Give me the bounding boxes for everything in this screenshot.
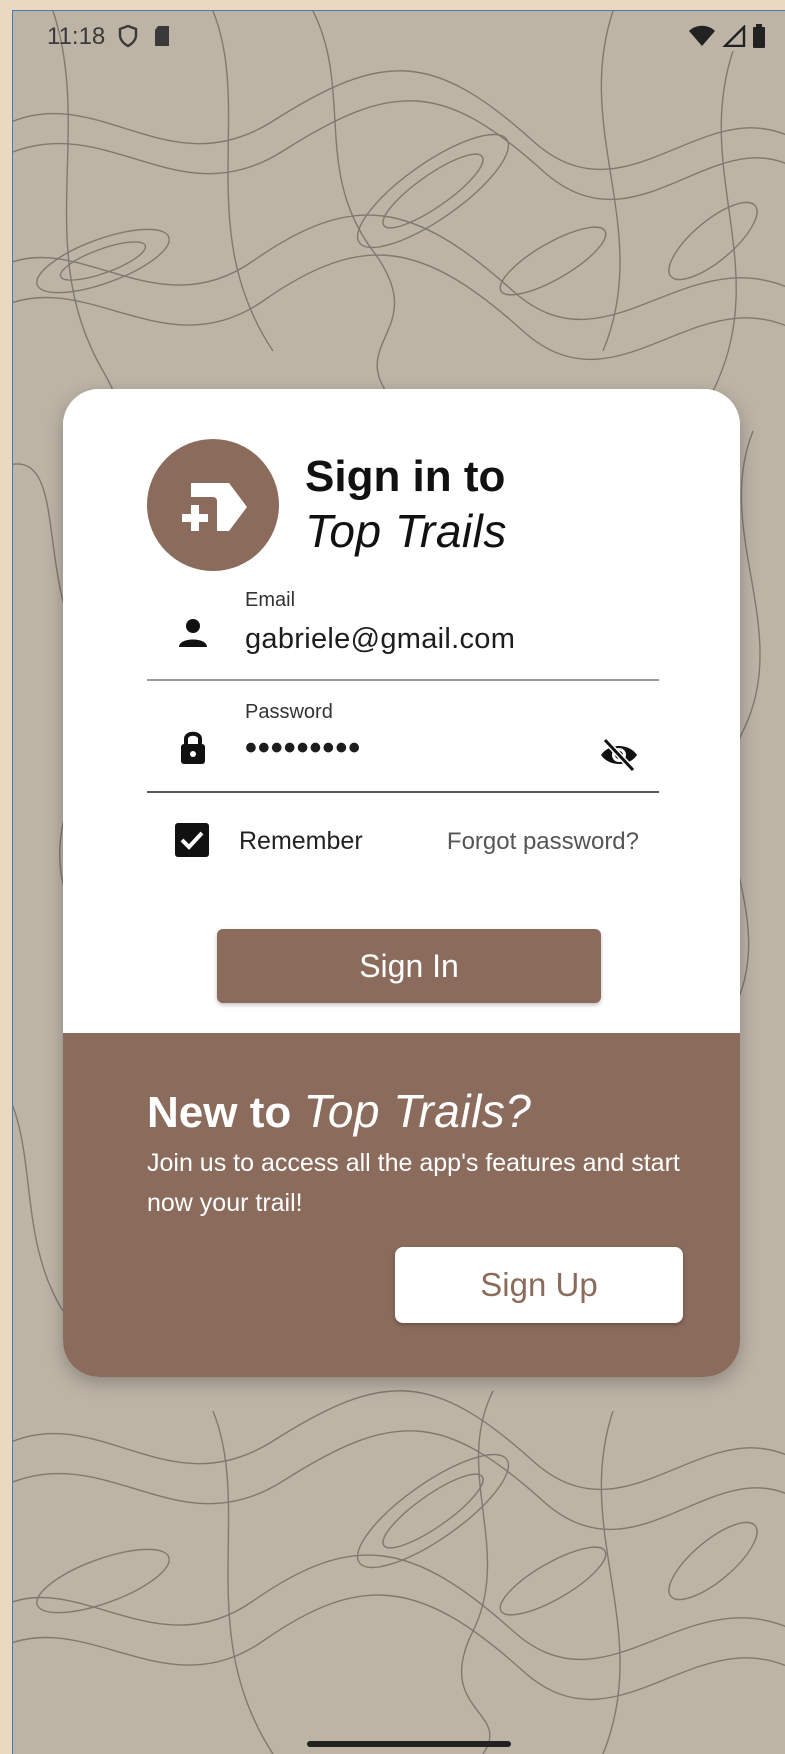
password-input[interactable]: •••••••••: [245, 729, 361, 768]
signal-icon: [722, 25, 746, 47]
signin-card: Sign in to Top Trails Email gabriele@gma…: [63, 389, 740, 1377]
home-indicator[interactable]: [307, 1741, 511, 1747]
remember-row: Remember Forgot password?: [147, 817, 659, 867]
remember-checkbox[interactable]: [175, 823, 209, 857]
person-icon: [179, 619, 207, 647]
signup-button[interactable]: Sign Up: [395, 1247, 683, 1323]
signup-description: Join us to access all the app's features…: [147, 1149, 680, 1217]
email-field[interactable]: Email gabriele@gmail.com: [147, 579, 659, 681]
status-time: 11:18: [47, 23, 106, 50]
trail-sign-plus-icon: [175, 483, 247, 539]
signup-heading: New to Top Trails?: [147, 1085, 531, 1139]
sd-card-icon: [155, 26, 169, 46]
status-icons-right: [688, 23, 766, 49]
password-label: Password: [245, 701, 333, 723]
signin-section: Sign in to Top Trails Email gabriele@gma…: [63, 389, 740, 1033]
email-label: Email: [245, 589, 296, 611]
check-icon: [180, 831, 204, 850]
signup-section: New to Top Trails? Join us to access all…: [63, 1033, 740, 1377]
signin-heading: Sign in to Top Trails: [305, 451, 507, 559]
wifi-icon: [689, 25, 715, 46]
remember-label[interactable]: Remember: [239, 827, 363, 856]
shield-icon: [118, 24, 138, 48]
lock-icon: [181, 731, 205, 764]
signin-title: Sign in to: [305, 452, 506, 501]
password-field[interactable]: Password •••••••••: [147, 691, 659, 793]
battery-icon: [753, 24, 765, 48]
eye-off-icon[interactable]: [599, 735, 639, 775]
signup-heading-italic: Top Trails?: [303, 1085, 532, 1137]
forgot-password-link[interactable]: Forgot password?: [447, 828, 639, 856]
app-screen: 11:18 Sign in to Top Trails Email gabrie…: [12, 10, 785, 1754]
app-name: Top Trails: [305, 505, 507, 557]
signup-heading-bold: New to: [147, 1088, 304, 1137]
status-bar: 11:18: [13, 11, 785, 59]
app-logo: [147, 439, 279, 571]
email-input[interactable]: gabriele@gmail.com: [245, 623, 515, 656]
signin-button[interactable]: Sign In: [217, 929, 601, 1003]
status-icons-left: [117, 23, 171, 49]
